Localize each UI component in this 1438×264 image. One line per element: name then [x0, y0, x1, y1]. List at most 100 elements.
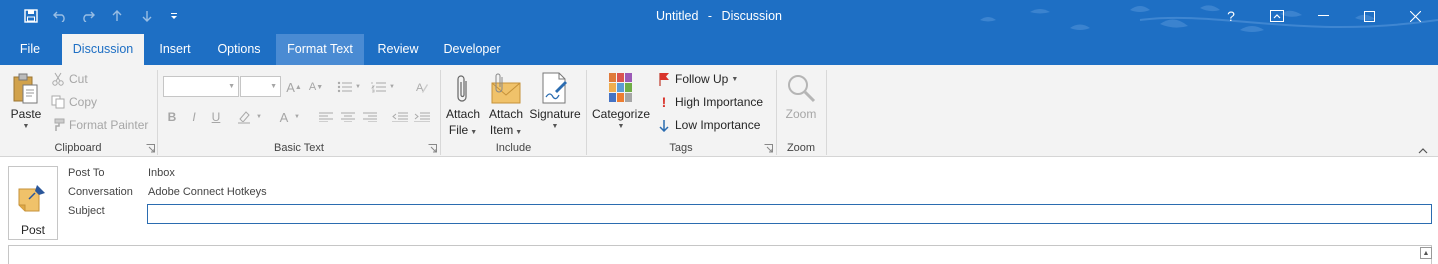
bullets-icon[interactable] [334, 77, 356, 97]
attach-file-label-line1: Attach [445, 107, 481, 121]
format-painter-icon [50, 117, 66, 133]
paste-icon [12, 73, 40, 110]
window-title-document: Untitled [656, 9, 699, 23]
clipboard-dialog-launcher-icon[interactable] [146, 144, 156, 154]
minimize-icon[interactable] [1300, 0, 1346, 32]
categorize-button[interactable]: Categorize ▼ [590, 69, 652, 139]
chevron-down-icon[interactable]: ▼ [292, 107, 302, 127]
tab-format-text[interactable]: Format Text [276, 34, 364, 65]
format-painter-button[interactable]: Format Painter [50, 115, 148, 135]
attach-item-label: Item [489, 123, 514, 137]
bold-button[interactable]: B [162, 107, 182, 127]
shrink-font-icon[interactable]: A ▼ [306, 77, 326, 97]
tab-file[interactable]: File [8, 34, 52, 65]
customize-toolbar-icon[interactable] [164, 0, 184, 32]
up-arrow-icon[interactable] [106, 0, 128, 32]
increase-indent-icon[interactable] [412, 107, 432, 127]
low-importance-button[interactable]: Low Importance [656, 115, 760, 135]
chevron-down-icon: ▼ [617, 123, 625, 130]
grow-font-icon[interactable]: A ▲ [284, 77, 304, 97]
tab-options[interactable]: Options [208, 34, 270, 65]
align-center-icon[interactable] [338, 107, 358, 127]
signature-label: Signature [529, 107, 581, 121]
attach-file-label: File [448, 123, 469, 137]
chevron-down-icon[interactable]: ▼ [354, 77, 362, 97]
down-arrow-icon[interactable] [136, 0, 158, 32]
post-to-label: Post To [68, 167, 105, 179]
attach-file-button[interactable]: Attach File ▼ [444, 69, 482, 139]
help-button[interactable]: ? [1208, 0, 1254, 32]
font-name-combo[interactable]: ▼ [163, 76, 239, 97]
zoom-group-label: Zoom [786, 142, 816, 154]
basic-text-group-label: Basic Text [274, 142, 324, 154]
highlight-icon[interactable] [234, 107, 254, 127]
subject-input[interactable] [147, 204, 1432, 224]
tab-developer[interactable]: Developer [436, 34, 508, 65]
message-body[interactable] [8, 245, 1432, 264]
high-importance-button[interactable]: ! High Importance [656, 92, 763, 112]
paste-dropdown-icon: ▼ [22, 123, 30, 130]
underline-button[interactable]: U [206, 107, 226, 127]
maximize-icon[interactable] [1346, 0, 1392, 32]
envelope-paperclip-icon [490, 73, 522, 108]
attach-item-button[interactable]: Attach Item ▼ [486, 69, 526, 139]
paste-button[interactable]: Paste ▼ [6, 69, 46, 139]
font-color-icon[interactable]: A [274, 107, 294, 127]
high-importance-label: High Importance [675, 95, 764, 109]
tags-dialog-launcher-icon[interactable] [764, 144, 774, 154]
decrease-indent-icon[interactable] [390, 107, 410, 127]
font-size-combo[interactable]: ▼ [240, 76, 281, 97]
cut-label: Cut [69, 72, 88, 86]
low-importance-label: Low Importance [675, 118, 761, 132]
collapse-ribbon-icon[interactable] [1418, 143, 1430, 154]
tab-review[interactable]: Review [370, 34, 426, 65]
tags-group-label: Tags [669, 142, 693, 154]
close-icon[interactable] [1392, 0, 1438, 32]
italic-button[interactable]: I [184, 107, 204, 127]
undo-icon[interactable] [48, 0, 72, 32]
signature-button[interactable]: Signature ▼ [528, 69, 582, 139]
down-arrow-icon [656, 117, 672, 133]
scroll-up-icon[interactable]: ▲ [1420, 247, 1432, 259]
post-label: Post [20, 223, 45, 237]
scissors-icon [50, 71, 66, 87]
chevron-down-icon: ▼ [228, 83, 235, 90]
save-icon[interactable] [18, 0, 44, 32]
paperclip-icon [454, 73, 472, 108]
ribbon-display-options-icon[interactable] [1254, 0, 1300, 32]
zoom-label: Zoom [785, 107, 817, 121]
follow-up-label: Follow Up [675, 72, 729, 86]
follow-up-button[interactable]: Follow Up ▼ [656, 69, 738, 89]
tab-discussion[interactable]: Discussion [62, 34, 144, 65]
signature-icon [541, 71, 569, 108]
tab-insert[interactable]: Insert [150, 34, 200, 65]
redo-icon[interactable] [76, 0, 100, 32]
chevron-down-icon[interactable]: ▼ [388, 77, 396, 97]
attach-item-label-line2: Item ▼ [486, 123, 526, 137]
format-painter-label: Format Painter [69, 118, 149, 132]
attach-file-label-line2: File ▼ [444, 123, 482, 137]
categorize-icon [608, 72, 634, 107]
exclamation-icon: ! [661, 94, 667, 110]
chevron-down-icon: ▼ [470, 129, 478, 136]
post-button[interactable]: Post [8, 166, 58, 240]
numbering-icon[interactable] [368, 77, 390, 97]
align-left-icon[interactable] [316, 107, 336, 127]
group-separator [826, 70, 827, 155]
ribbon-tab-bar: File Discussion Insert Options Format Te… [0, 32, 1438, 65]
chevron-down-icon[interactable]: ▼ [254, 107, 264, 127]
conversation-value: Adobe Connect Hotkeys [148, 186, 267, 198]
zoom-button[interactable]: Zoom [780, 69, 822, 139]
window-title-separator: - [707, 9, 713, 23]
clear-formatting-icon[interactable]: A [412, 77, 432, 97]
copy-button[interactable]: Copy [50, 92, 97, 112]
basic-text-dialog-launcher-icon[interactable] [428, 144, 438, 154]
post-to-value: Inbox [148, 167, 175, 179]
align-right-icon[interactable] [360, 107, 380, 127]
clipboard-group-label: Clipboard [54, 142, 102, 154]
chevron-down-icon: ▼ [731, 75, 739, 83]
copy-icon [50, 94, 66, 110]
chevron-down-icon: ▼ [551, 123, 559, 130]
post-icon [17, 181, 49, 216]
cut-button[interactable]: Cut [50, 69, 88, 89]
